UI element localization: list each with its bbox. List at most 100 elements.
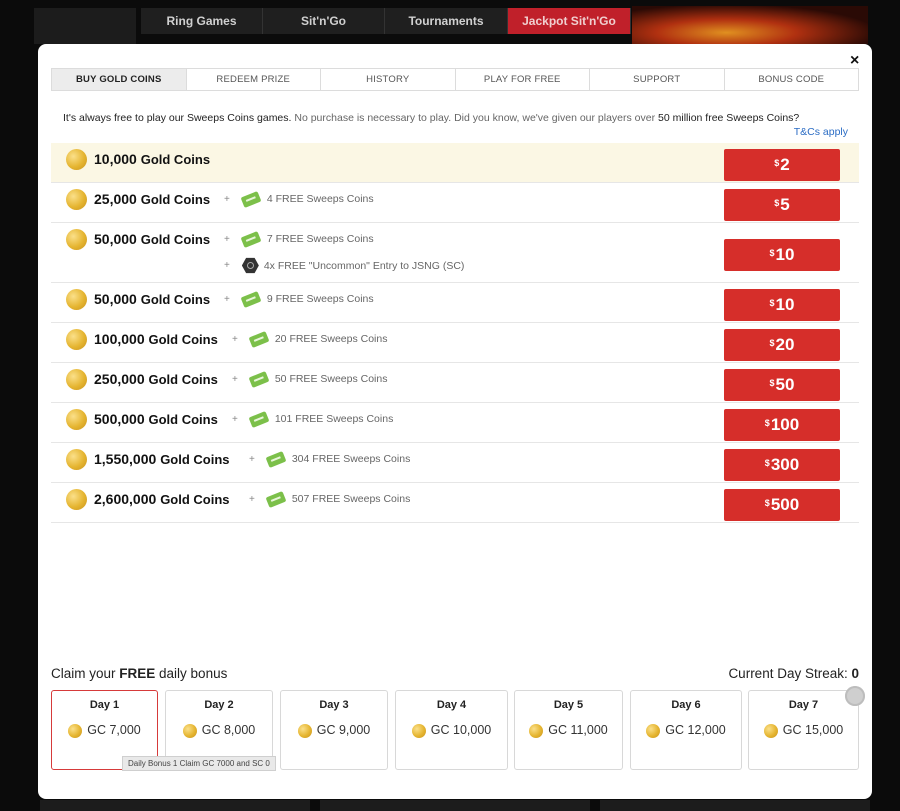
background-nav-tab: Sit'n'Go — [263, 8, 385, 34]
bonus-text: 50 FREE Sweeps Coins — [274, 373, 388, 385]
tab-history[interactable]: HISTORY — [321, 69, 456, 90]
gold-coin-icon — [182, 723, 197, 738]
package-amount: 100,000 Gold Coins — [94, 331, 218, 347]
free-ticket-icon — [248, 410, 270, 428]
current-day-streak: Current Day Streak: 0 — [728, 666, 859, 681]
plus-sign: + — [249, 453, 255, 465]
package-amount-number: 25,000 — [94, 191, 137, 207]
currency-symbol: $ — [774, 158, 780, 168]
package-amount-number: 2,600,000 — [94, 491, 157, 507]
plus-sign: + — [249, 493, 255, 505]
free-ticket-icon — [248, 330, 270, 348]
day-label: Day 1 — [89, 699, 120, 711]
package-bonus: +507 FREE Sweeps Coins — [249, 490, 411, 508]
day-reward-value: GC 11,000 — [548, 723, 608, 737]
daily-bonus-day-7[interactable]: Day 7 GC 15,000 — [748, 690, 859, 770]
gold-coin-icon — [763, 723, 778, 738]
day-label: Day 5 — [553, 699, 584, 711]
plus-sign: + — [232, 333, 238, 345]
buy-package-button[interactable]: $10 — [724, 239, 840, 271]
daily-bonus-day-4[interactable]: Day 4 GC 10,000 — [395, 690, 508, 770]
gold-coin-icon — [66, 409, 87, 430]
price-value: 100 — [770, 415, 800, 434]
day-reward-value: GC 12,000 — [665, 723, 726, 737]
gold-coin-icon — [66, 449, 87, 470]
gold-coin-packages: 10,000 Gold Coins $2 25,000 Gold Coins +4 F… — [51, 143, 859, 523]
background-nav-tabs: Ring Games Sit'n'Go Tournaments Jackpot Sit… — [141, 8, 631, 34]
price-value: 300 — [770, 455, 800, 474]
gold-coin-icon — [646, 723, 661, 738]
modal-tab-bar: BUY GOLD COINS REDEEM PRIZE HISTORY PLAY FO… — [51, 68, 859, 91]
dice-icon[interactable] — [845, 686, 865, 706]
daily-bonus-day-3[interactable]: Day 3 GC 9,000 — [280, 690, 388, 770]
package-amount: 2,600,000 Gold Coins — [94, 491, 230, 507]
bonus-text: 9 FREE Sweeps Coins — [266, 293, 374, 305]
currency-symbol: $ — [764, 498, 770, 508]
buy-package-button[interactable]: $300 — [724, 449, 840, 481]
package-amount-number: 10,000 — [94, 151, 137, 167]
day-reward: GC 11,000 — [515, 723, 622, 738]
day-label: Day 3 — [319, 699, 349, 711]
hexagon-ticket-icon — [241, 257, 259, 274]
day-reward-value: GC 15,000 — [782, 723, 844, 737]
tab-buy-gold-coins[interactable]: BUY GOLD COINS — [52, 69, 187, 90]
gold-coin-icon — [411, 723, 426, 738]
gold-coin-icon — [66, 329, 87, 350]
gold-coin-icon — [66, 189, 87, 210]
claim-free: FREE — [119, 666, 156, 681]
daily-bonus-day-6[interactable]: Day 6 GC 12,000 — [630, 690, 742, 770]
gold-coin-icon — [66, 369, 87, 390]
package-bonus: +304 FREE Sweeps Coins — [249, 450, 410, 468]
price-value: 10 — [775, 245, 795, 264]
tab-redeem-prize[interactable]: REDEEM PRIZE — [187, 69, 321, 90]
currency-symbol: $ — [769, 378, 775, 388]
buy-package-button[interactable]: $2 — [724, 149, 840, 181]
tab-play-for-free[interactable]: PLAY FOR FREE — [456, 69, 590, 90]
package-amount: 50,000 Gold Coins — [94, 291, 210, 307]
package-row: 50,000 Gold Coins +7 FREE Sweeps Coins +4x… — [51, 223, 859, 283]
package-row: 2,600,000 Gold Coins +507 FREE Sweeps Coi… — [51, 483, 859, 523]
gold-coin-icon — [529, 723, 544, 738]
daily-bonus-day-5[interactable]: Day 5 GC 11,000 — [514, 690, 623, 770]
day-reward: GC 7,000 — [52, 723, 157, 738]
day-reward: GC 9,000 — [281, 723, 387, 738]
buy-package-button[interactable]: $10 — [724, 289, 840, 321]
package-bonus: +20 FREE Sweeps Coins — [232, 330, 387, 348]
price-value: 2 — [780, 155, 790, 174]
day-reward-value: GC 7,000 — [87, 723, 141, 737]
currency-symbol: $ — [769, 338, 775, 348]
gold-coin-icon — [66, 289, 87, 310]
currency-symbol: $ — [764, 458, 770, 468]
streak-label: Current Day Streak: — [728, 666, 852, 681]
bonus-text: 507 FREE Sweeps Coins — [291, 493, 411, 505]
background-logo-area — [34, 8, 136, 44]
plus-sign: + — [224, 233, 230, 245]
intro-text: It's always free to play our Sweeps Coin… — [63, 112, 799, 124]
currency-symbol: $ — [764, 418, 770, 428]
package-bonus: +7 FREE Sweeps Coins — [224, 230, 374, 248]
package-amount-number: 50,000 — [94, 291, 137, 307]
package-amount-unit: Gold Coins — [148, 332, 218, 347]
buy-package-button[interactable]: $20 — [724, 329, 840, 361]
currency-symbol: $ — [769, 248, 775, 258]
tab-bonus-code[interactable]: BONUS CODE — [725, 69, 859, 90]
background-nav-tab: Jackpot Sit'n'Go — [508, 8, 631, 34]
package-amount-number: 100,000 — [94, 331, 145, 347]
package-row: 25,000 Gold Coins +4 FREE Sweeps Coins $5 — [51, 183, 859, 223]
buy-package-button[interactable]: $100 — [724, 409, 840, 441]
day-reward-value: GC 8,000 — [201, 723, 256, 737]
buy-package-button[interactable]: $500 — [724, 489, 840, 521]
tcs-link[interactable]: T&Cs apply — [794, 126, 848, 138]
buy-package-button[interactable]: $5 — [724, 189, 840, 221]
day-reward-value: GC 10,000 — [430, 723, 492, 737]
buy-package-button[interactable]: $50 — [724, 369, 840, 401]
tab-support[interactable]: SUPPORT — [590, 69, 725, 90]
plus-sign: + — [224, 193, 230, 205]
plus-sign: + — [224, 293, 230, 305]
package-bonus: +50 FREE Sweeps Coins — [232, 370, 388, 388]
bonus-text: 101 FREE Sweeps Coins — [274, 413, 394, 425]
bonus-text: 7 FREE Sweeps Coins — [266, 233, 374, 245]
price-value: 10 — [775, 295, 795, 314]
price-value: 20 — [775, 335, 795, 354]
package-amount: 10,000 Gold Coins — [94, 151, 210, 167]
